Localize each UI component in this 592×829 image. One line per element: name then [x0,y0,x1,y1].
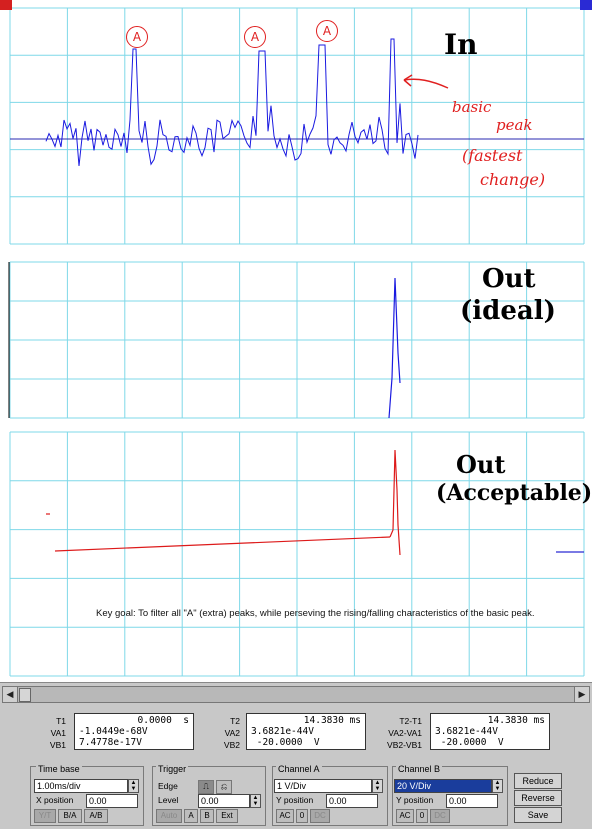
basic-peak-arrowhead [403,74,413,87]
mode-ab-button[interactable]: A/B [84,809,108,823]
basic-peak-label-2: peak [496,116,533,134]
out-ideal-label-1: Out [482,264,536,294]
channel-a-title: Channel A [276,764,322,774]
va1-label: VA1 [50,728,66,738]
cursor2-readout: 14.3830 ms 3.6821e-44V -20.0000 V [246,713,366,750]
peak-marker-a-2: A [244,26,266,48]
edge-falling-icon[interactable]: ⎌ [216,780,232,794]
timebase-input[interactable]: 1.00ms/div [34,779,128,793]
channel-b-scale-input[interactable]: 20 V/Div [394,779,492,793]
acceptable-trace [54,536,391,552]
basic-peak-label-1: basic [452,98,492,116]
cursor1-readout: 0.0000 s -1.0449e-68V 7.4778e-17V [74,713,194,750]
channel-a-scale-input[interactable]: 1 V/Div [274,779,372,793]
trigger-a-button[interactable]: A [184,809,198,823]
trigger-auto-button[interactable]: Auto [156,809,182,823]
channel-b-scale-spinner[interactable]: ▲ ▼ [492,779,503,793]
ideal-trace [388,277,401,419]
fastest-change-label-2: change) [480,170,546,189]
key-goal-note: Key goal: To filter all "A" (extra) peak… [96,608,535,619]
time-scrollbar[interactable]: ◀ ▶ [2,686,590,703]
vb2-vb1-label: VB2-VB1 [387,740,422,750]
t2-label: T2 [230,716,240,726]
vb1-label: VB1 [49,740,66,750]
out-acceptable-label-1: Out [456,450,506,479]
channel-a-zero-button[interactable]: 0 [296,809,308,823]
channel-a-ypos-label: Y position [276,795,314,805]
trigger-level-label: Level [158,795,179,805]
channel-b-zero-button[interactable]: 0 [416,809,428,823]
channel-a-scale-spinner[interactable]: ▲ ▼ [372,779,383,793]
timebase-title: Time base [36,764,82,774]
fastest-change-label-1: (fastest [462,146,523,165]
va2-label: VA2 [224,728,240,738]
scroll-right-icon[interactable]: ▶ [574,687,589,702]
trigger-level-spinner[interactable]: ▲ ▼ [250,794,261,808]
channel-b-dc-button[interactable]: DC [430,809,450,823]
t1-label: T1 [56,716,66,726]
t2-t1-label: T2-T1 [399,716,422,726]
basic-peak-arrow [403,78,449,89]
channel-b-title: Channel B [396,764,443,774]
out-acceptable-label-2: (Acceptable) [436,480,592,506]
mode-yt-button[interactable]: Y/T [34,809,56,823]
in-label: In [444,28,478,61]
trigger-level-input[interactable]: 0.00 [198,794,250,808]
mode-ba-button[interactable]: B/A [58,809,82,823]
acceptable-peak [389,449,401,556]
va2-va1-label: VA2-VA1 [388,728,422,738]
scroll-thumb[interactable] [19,688,31,702]
peak-marker-a-3: A [316,20,338,42]
channel-b-ac-button[interactable]: AC [396,809,414,823]
trigger-title: Trigger [156,764,189,774]
save-button[interactable]: Save [514,807,562,823]
scroll-left-icon[interactable]: ◀ [3,687,18,702]
cursor2-marker [580,0,592,10]
trigger-edge-label: Edge [158,781,178,791]
out-ideal-label-2: (ideal) [460,296,556,326]
timebase-xpos-input[interactable]: 0.00 [86,794,138,808]
channel-a-ac-button[interactable]: AC [276,809,294,823]
channel-a-ypos-input[interactable]: 0.00 [326,794,378,808]
edge-rising-icon[interactable]: ⎍ [198,780,214,794]
peak-marker-a-1: A [126,26,148,48]
reverse-button[interactable]: Reverse [514,790,562,806]
trigger-ext-button[interactable]: Ext [216,809,238,823]
vb2-label: VB2 [223,740,240,750]
channel-a-dc-button[interactable]: DC [310,809,330,823]
timebase-xpos-label: X position [36,795,74,805]
timebase-spinner[interactable]: ▲ ▼ [128,779,139,793]
channel-b-ypos-label: Y position [396,795,434,805]
trigger-b-button[interactable]: B [200,809,214,823]
channel-b-ypos-input[interactable]: 0.00 [446,794,498,808]
delta-readout: 14.3830 ms 3.6821e-44V -20.0000 V [430,713,550,750]
cursor1-marker [0,0,12,10]
reduce-button[interactable]: Reduce [514,773,562,789]
